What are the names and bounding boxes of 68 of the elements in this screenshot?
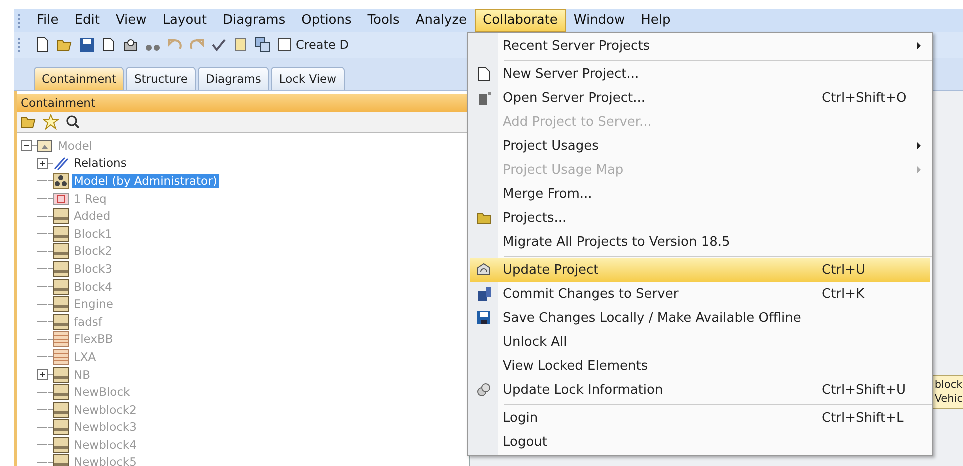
create-diagram-button[interactable]: Create D <box>277 37 349 53</box>
tooltip-text: block <box>934 378 963 392</box>
menu-item[interactable]: New Server Project... <box>470 62 930 86</box>
block-icon <box>53 331 69 348</box>
document-icon <box>478 66 490 82</box>
model-icon <box>53 172 69 189</box>
menu-item[interactable]: Login Ctrl+Shift+L <box>470 406 930 430</box>
menu-item[interactable]: Merge From... <box>470 182 930 206</box>
block-icon <box>53 296 69 312</box>
block-icon <box>53 402 69 418</box>
menu-title[interactable]: View <box>108 9 155 32</box>
menu-title[interactable]: Edit <box>66 9 108 32</box>
menu-item[interactable]: Update Lock Information Ctrl+Shift+U <box>470 378 930 402</box>
menu-title[interactable]: File <box>29 9 67 32</box>
spell-check-icon[interactable] <box>211 37 227 53</box>
menu-item[interactable]: Open Server Project... Ctrl+Shift+O <box>470 86 930 110</box>
menu-item[interactable]: Save Changes Locally / Make Available Offline <box>470 306 930 330</box>
panel-title: Containment <box>17 94 469 112</box>
new-document-icon[interactable] <box>35 37 51 53</box>
tab[interactable]: Structure <box>126 67 196 90</box>
note-icon[interactable] <box>233 37 249 53</box>
relations-icon <box>53 155 69 172</box>
block-icon <box>53 366 69 383</box>
menu-title[interactable]: Layout <box>154 9 216 32</box>
menu-title[interactable]: Window <box>566 9 634 32</box>
menu-title[interactable]: Analyze <box>408 9 476 32</box>
block-icon <box>53 260 69 277</box>
tab[interactable]: Lock View <box>271 67 345 90</box>
menu-title[interactable]: Diagrams <box>215 9 294 32</box>
diagram-icon[interactable] <box>277 37 293 53</box>
block-icon <box>53 436 69 453</box>
menu-item[interactable]: Migrate All Projects to Version 18.5 <box>470 230 930 254</box>
block-icon <box>53 208 69 224</box>
save-icon <box>477 311 491 325</box>
menu-title[interactable]: Help <box>633 9 679 32</box>
tab[interactable]: Diagrams <box>198 67 270 90</box>
menu-item[interactable]: View Locked Elements <box>470 354 930 378</box>
block-icon <box>53 384 69 400</box>
search-icon[interactable] <box>65 114 81 130</box>
tab[interactable]: Containment <box>34 67 124 90</box>
tooltip-text: Vehic <box>934 392 963 406</box>
menu-item[interactable]: Logout <box>470 430 930 454</box>
block-icon <box>53 419 69 436</box>
block-icon <box>53 314 69 330</box>
menu-title[interactable]: Collaborate <box>475 9 566 32</box>
menu-item[interactable]: Unlock All <box>470 330 930 354</box>
tree-item[interactable]: Relations <box>72 156 129 170</box>
block-icon <box>53 454 69 466</box>
menu-item[interactable]: Commit Changes to Server Ctrl+K <box>470 282 930 306</box>
menu-title[interactable]: Tools <box>360 9 408 32</box>
block-icon <box>53 348 69 365</box>
star-icon[interactable] <box>43 114 59 130</box>
copy-diagram-icon[interactable] <box>255 37 271 53</box>
menu-title[interactable]: Options <box>294 9 360 32</box>
expand-toggle[interactable] <box>37 369 48 380</box>
menu-item[interactable]: Project Usages <box>470 134 930 158</box>
menu-item[interactable]: Projects... <box>470 206 930 230</box>
expand-toggle[interactable] <box>37 158 48 169</box>
menu-item[interactable]: Update Project Ctrl+U <box>470 258 930 282</box>
block-icon <box>53 278 69 295</box>
package-icon <box>37 138 53 153</box>
block-icon <box>53 226 69 242</box>
menu-item[interactable]: Recent Server Projects <box>470 34 930 58</box>
folder-icon <box>476 212 492 224</box>
server-upload-icon <box>476 286 492 302</box>
save-icon[interactable] <box>79 37 95 53</box>
collapse-toggle[interactable] <box>21 140 32 152</box>
block-icon <box>53 243 69 260</box>
